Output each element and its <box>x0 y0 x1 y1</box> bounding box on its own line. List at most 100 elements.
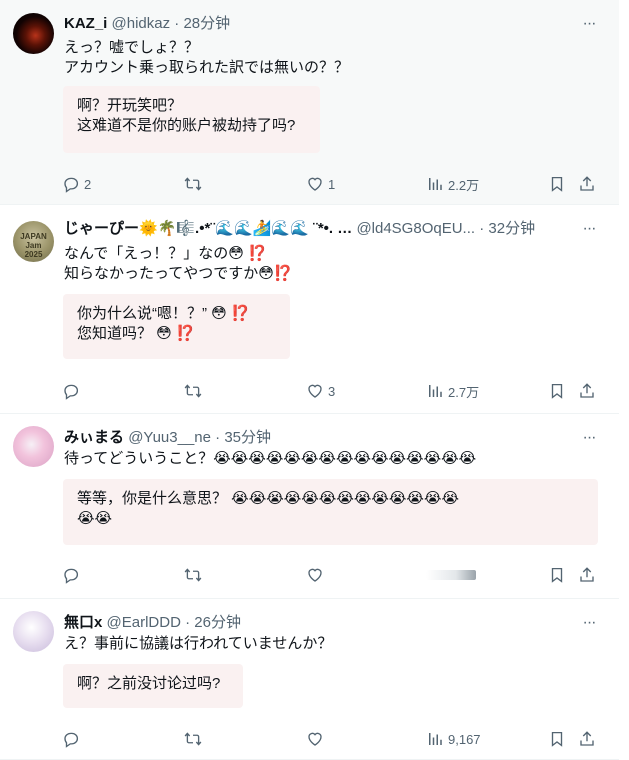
bookmark-button[interactable] <box>548 564 566 586</box>
timestamp[interactable]: 32分钟 <box>488 220 535 237</box>
bookmark-icon <box>551 383 563 399</box>
reply-button[interactable]: 2 <box>62 173 91 195</box>
like-icon <box>308 384 322 398</box>
timestamp[interactable]: 28分钟 <box>183 15 230 32</box>
share-button[interactable] <box>578 173 596 195</box>
user-handle[interactable]: @Yuu3__ne <box>128 429 211 446</box>
separator: · <box>215 429 221 446</box>
tweet-header: KAZ_i @hidkaz · 28分钟 <box>64 14 579 34</box>
view-count: 2.7万 <box>448 384 480 400</box>
retweet-icon <box>184 177 202 191</box>
action-bar: 2 1 2.2万 <box>62 173 599 195</box>
share-button[interactable] <box>578 564 596 586</box>
action-bar: 3 2.7万 <box>62 380 599 402</box>
user-handle[interactable]: @ld4SG8OqEU... <box>356 220 475 237</box>
timestamp[interactable]: 26分钟 <box>194 614 241 631</box>
avatar[interactable] <box>13 426 54 467</box>
share-icon <box>580 567 594 582</box>
reply-icon <box>64 384 79 400</box>
share-icon <box>580 383 594 398</box>
translation-box: 啊？开玩笑吧？ 这难道不是你的账户被劫持了吗? <box>63 86 320 153</box>
more-icon[interactable]: ··· <box>579 14 599 34</box>
views-button[interactable]: 2.2万 <box>426 173 479 195</box>
like-count: 3 <box>328 383 336 399</box>
tweet-text: え？事前に協議は行われていませんか？ <box>64 635 333 652</box>
more-icon[interactable]: ··· <box>579 219 599 239</box>
views-button[interactable] <box>426 564 476 586</box>
bookmark-icon <box>551 176 563 192</box>
translation-box: 啊？之前没讨论过吗? <box>63 664 243 708</box>
avatar[interactable]: JAPAN Jam 2025 <box>13 221 54 262</box>
bookmark-button[interactable] <box>548 173 566 195</box>
like-button[interactable]: 1 <box>306 173 335 195</box>
view-count: 9,167 <box>448 731 481 747</box>
view-count: 2.2万 <box>448 177 480 193</box>
share-button[interactable] <box>578 728 596 750</box>
bookmark-icon <box>551 567 563 583</box>
more-icon[interactable]: ··· <box>579 613 599 633</box>
reply-button[interactable] <box>62 380 84 402</box>
translation-box: 等等，你是什么意思？ 😭😭😭😭😭😭😭😭😭😭😭😭😭 😭😭 <box>63 479 598 545</box>
like-button[interactable] <box>306 564 324 586</box>
tweet[interactable]: 無口x @EarlDDD · 26分钟 ··· え？事前に協議は行われていません… <box>0 599 619 760</box>
retweet-button[interactable] <box>184 173 202 195</box>
reply-count: 2 <box>84 176 92 192</box>
view-count-placeholder <box>426 570 476 580</box>
separator: · <box>185 614 191 631</box>
tweet[interactable]: JAPAN Jam 2025 じゃーぴー🌞🌴🎼.•*¨🌊🌊🏄🌊🌊 ¨*•. … … <box>0 205 619 414</box>
share-icon <box>580 731 594 746</box>
share-button[interactable] <box>578 380 596 402</box>
separator: · <box>174 15 180 32</box>
bookmark-icon <box>551 731 563 747</box>
separator: · <box>479 220 485 237</box>
like-icon <box>308 732 322 746</box>
views-button[interactable]: 2.7万 <box>426 380 479 402</box>
tweet[interactable]: みぃまる @Yuu3__ne · 35分钟 ··· 待ってどういうこと？😭😭😭😭… <box>0 414 619 599</box>
tweet-text: えっ？嘘でしょ？？ アカウント乗っ取られた訳では無いの？？ <box>64 39 350 76</box>
reply-icon <box>64 732 79 748</box>
retweet-button[interactable] <box>184 380 202 402</box>
tweet-text: なんで「えっ！？」なの😳 ⁉️ 知らなかったってやつですか😳⁉️ <box>64 245 293 282</box>
bookmark-button[interactable] <box>548 380 566 402</box>
like-icon <box>308 568 322 582</box>
retweet-button[interactable] <box>184 728 202 750</box>
user-handle[interactable]: @EarlDDD <box>107 614 181 631</box>
avatar[interactable] <box>13 611 54 652</box>
like-icon <box>308 177 322 191</box>
retweet-icon <box>184 384 202 398</box>
views-button[interactable]: 9,167 <box>426 728 481 750</box>
like-button[interactable]: 3 <box>306 380 335 402</box>
user-name[interactable]: KAZ_i <box>64 15 107 32</box>
tweet-header: 無口x @EarlDDD · 26分钟 <box>64 613 579 633</box>
user-name[interactable]: 無口x <box>64 614 102 631</box>
tweet-header: じゃーぴー🌞🌴🎼.•*¨🌊🌊🏄🌊🌊 ¨*•. … @ld4SG8OqEU... … <box>64 219 579 239</box>
retweet-button[interactable] <box>184 564 202 586</box>
share-icon <box>580 176 594 191</box>
reply-button[interactable] <box>62 728 80 750</box>
reply-button[interactable] <box>62 564 80 586</box>
like-button[interactable] <box>306 728 324 750</box>
user-name[interactable]: じゃーぴー🌞🌴🎼.•*¨🌊🌊🏄🌊🌊 ¨*•. … <box>64 220 352 237</box>
views-icon <box>429 178 442 190</box>
bookmark-button[interactable] <box>548 728 566 750</box>
views-icon <box>429 733 442 745</box>
tweet-text: 待ってどういうこと？😭😭😭😭😭😭😭😭😭😭😭😭😭😭😭 <box>64 450 477 467</box>
like-count: 1 <box>328 176 336 192</box>
tweet-header: みぃまる @Yuu3__ne · 35分钟 <box>64 428 579 448</box>
reply-feed: KAZ_i @hidkaz · 28分钟 ··· えっ？嘘でしょ？？ アカウント… <box>0 0 619 760</box>
views-icon <box>429 385 442 397</box>
action-bar <box>62 564 599 586</box>
timestamp[interactable]: 35分钟 <box>224 429 271 446</box>
reply-icon <box>64 177 79 193</box>
reply-icon <box>64 568 79 584</box>
retweet-icon <box>184 732 202 746</box>
retweet-icon <box>184 568 202 582</box>
user-handle[interactable]: @hidkaz <box>112 15 171 32</box>
avatar[interactable] <box>13 13 54 54</box>
action-bar: 9,167 <box>62 728 599 750</box>
tweet[interactable]: KAZ_i @hidkaz · 28分钟 ··· えっ？嘘でしょ？？ アカウント… <box>0 0 619 205</box>
more-icon[interactable]: ··· <box>579 428 599 448</box>
user-name[interactable]: みぃまる <box>64 429 124 446</box>
avatar-label: JAPAN Jam 2025 <box>20 232 47 259</box>
translation-box: 你为什么说“嗯！？” 😳 ⁉️ 您知道吗？ 😳 ⁉️ <box>63 294 290 359</box>
